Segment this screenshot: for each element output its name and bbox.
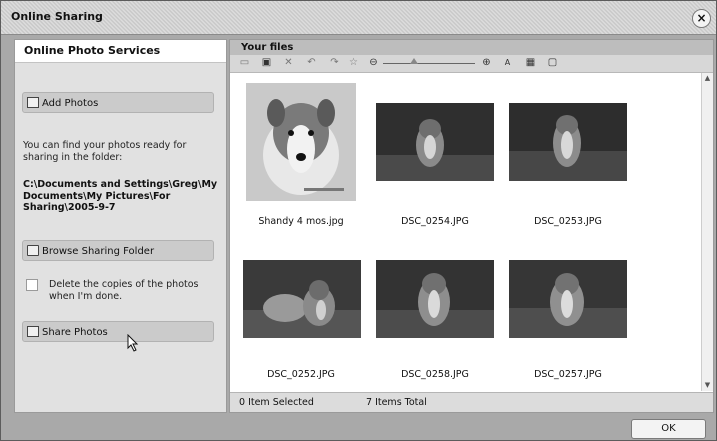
photo-grid: Shandy 4 mos.jpg DSC_0254.JPG DSC_0253.J… xyxy=(230,73,702,392)
photo-caption: DSC_0258.JPG xyxy=(401,369,469,380)
rotate-right-icon[interactable]: ↷ xyxy=(329,58,340,68)
share-photos-icon xyxy=(27,326,39,337)
dog-photo-image xyxy=(243,260,361,338)
your-files-panel: Your files ▭ ▣ ✕ ↶ ↷ ☆ ⊖ ⊕ A ▦ ▢ Shandy … xyxy=(229,39,714,413)
total-count: 7 Items Total xyxy=(366,397,427,408)
preview-icon[interactable]: ▢ xyxy=(547,58,558,68)
dog-photo-image xyxy=(376,260,494,338)
rename-icon[interactable]: A xyxy=(502,58,513,68)
delete-icon[interactable]: ✕ xyxy=(283,58,294,68)
share-photos-button[interactable]: Share Photos xyxy=(22,321,214,342)
ok-button[interactable]: OK xyxy=(631,419,706,439)
vertical-scrollbar[interactable]: ▲ ▼ xyxy=(701,73,713,391)
dog-photo-image xyxy=(509,103,627,181)
browse-sharing-folder-label: Browse Sharing Folder xyxy=(42,246,155,257)
rotate-left-icon[interactable]: ↶ xyxy=(306,58,317,68)
dog-photo-image xyxy=(246,83,356,201)
left-panel-header: Online Photo Services xyxy=(15,40,226,63)
select-photo-icon[interactable]: ▣ xyxy=(261,58,272,68)
folder-info-text: You can find your photos ready for shari… xyxy=(23,140,187,163)
star-icon[interactable]: ☆ xyxy=(348,58,359,68)
thumbnail-view-icon[interactable]: ▦ xyxy=(525,58,536,68)
photo-caption: DSC_0252.JPG xyxy=(267,369,335,380)
selected-count: 0 Item Selected xyxy=(239,397,314,408)
browse-sharing-folder-button[interactable]: Browse Sharing Folder xyxy=(22,240,214,261)
zoom-out-icon[interactable]: ⊖ xyxy=(368,58,379,68)
online-sharing-window: Online Sharing × Online Photo Services A… xyxy=(0,0,717,441)
folder-icon xyxy=(27,245,39,256)
photo-thumbnail[interactable] xyxy=(243,260,361,338)
photo-thumbnail[interactable] xyxy=(509,103,627,181)
add-photos-button[interactable]: Add Photos xyxy=(22,92,214,113)
add-photos-icon xyxy=(27,97,39,108)
sharing-folder-path: C:\Documents and Settings\Greg\My Docume… xyxy=(23,179,218,213)
scroll-down-icon[interactable]: ▼ xyxy=(702,380,713,391)
monitor-icon[interactable]: ▭ xyxy=(239,58,250,68)
photo-caption: DSC_0254.JPG xyxy=(401,216,469,227)
status-bar: 0 Item Selected 7 Items Total xyxy=(230,392,713,412)
close-button[interactable]: × xyxy=(692,9,711,28)
zoom-slider-thumb[interactable] xyxy=(410,58,418,64)
photo-caption: Shandy 4 mos.jpg xyxy=(258,216,344,227)
zoom-in-icon[interactable]: ⊕ xyxy=(481,58,492,68)
photo-thumbnail[interactable] xyxy=(376,103,494,181)
file-toolbar: ▭ ▣ ✕ ↶ ↷ ☆ ⊖ ⊕ A ▦ ▢ xyxy=(230,55,713,73)
window-title: Online Sharing xyxy=(11,10,103,23)
add-photos-label: Add Photos xyxy=(42,98,99,109)
photo-thumbnail[interactable] xyxy=(509,260,627,338)
online-photo-services-panel: Online Photo Services Add Photos You can… xyxy=(14,39,227,413)
mouse-pointer-icon xyxy=(127,334,139,352)
photo-caption: DSC_0253.JPG xyxy=(534,216,602,227)
title-bar: Online Sharing × xyxy=(1,1,716,35)
share-photos-label: Share Photos xyxy=(42,327,108,338)
delete-copies-label: Delete the copies of the photos when I'm… xyxy=(49,279,199,302)
delete-copies-checkbox[interactable] xyxy=(26,279,38,291)
photo-caption: DSC_0257.JPG xyxy=(534,369,602,380)
zoom-slider-track[interactable] xyxy=(383,63,475,64)
dog-photo-image xyxy=(509,260,627,338)
photo-thumbnail[interactable] xyxy=(376,260,494,338)
photo-thumbnail[interactable] xyxy=(246,83,356,201)
dog-photo-image xyxy=(376,103,494,181)
your-files-header: Your files xyxy=(230,40,713,55)
scroll-up-icon[interactable]: ▲ xyxy=(702,73,713,84)
